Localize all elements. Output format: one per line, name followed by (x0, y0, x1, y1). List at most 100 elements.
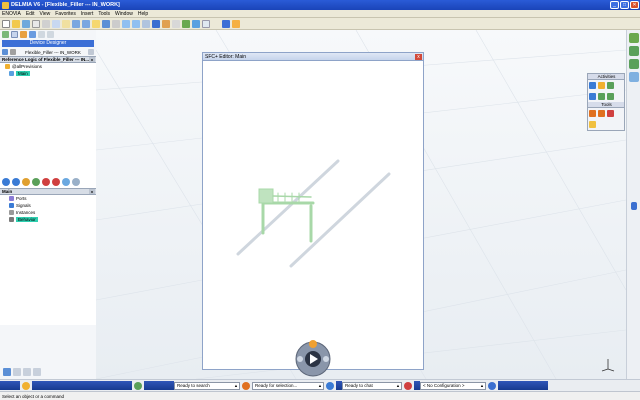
activity-icon[interactable] (607, 82, 614, 89)
rotate-icon[interactable] (112, 19, 120, 28)
main-item-instances[interactable]: Instances (0, 209, 96, 216)
tab-more-icon[interactable] (47, 31, 54, 38)
tool-icon[interactable] (607, 110, 614, 117)
tab-parts-icon[interactable] (20, 31, 27, 38)
undo-icon[interactable] (72, 19, 80, 28)
capture-icon[interactable] (192, 19, 200, 28)
menu-window[interactable]: Window (115, 11, 133, 17)
editor-titlebar[interactable]: SFC+ Editor: Main x (203, 53, 423, 61)
hide-show-icon[interactable] (172, 19, 180, 28)
zoom-in-icon[interactable] (122, 19, 130, 28)
activity-icon[interactable] (598, 93, 605, 100)
export-icon[interactable] (628, 59, 639, 69)
menu-tools[interactable]: Tools (98, 11, 110, 17)
status-left-strip (0, 381, 20, 390)
action-icon[interactable] (22, 178, 30, 186)
tab-home-icon[interactable] (2, 31, 9, 38)
command-line[interactable]: Select an object or a command (0, 391, 640, 400)
activity-icon[interactable] (589, 93, 596, 100)
open-icon[interactable] (12, 19, 20, 28)
chevron-down-icon[interactable] (88, 49, 94, 55)
chevron-up-icon[interactable]: ▲ (480, 383, 485, 388)
tree-item[interactable]: @allPrevisions (0, 63, 96, 70)
filter-icon[interactable] (13, 368, 21, 376)
step-forward-icon[interactable] (323, 356, 329, 362)
redo-icon[interactable] (82, 19, 90, 28)
publish-icon[interactable] (628, 46, 639, 56)
tool-icon[interactable] (589, 110, 596, 117)
designer-banner[interactable]: Device Designer (2, 40, 94, 47)
layers-icon[interactable] (628, 72, 639, 82)
step-icon[interactable] (2, 178, 10, 186)
tool-icon[interactable] (589, 121, 596, 128)
main-item-behavior[interactable]: Behavior (0, 216, 96, 223)
share-icon[interactable] (232, 19, 240, 28)
activity-icon[interactable] (589, 82, 596, 89)
activity-icon[interactable] (598, 82, 605, 89)
tab-tree-icon[interactable] (11, 31, 18, 38)
chevron-up-icon[interactable]: ▲ (234, 383, 239, 388)
zoom-out-icon[interactable] (132, 19, 140, 28)
print-icon[interactable] (32, 19, 40, 28)
main-item-signals[interactable]: Signals (0, 202, 96, 209)
jump-icon[interactable] (62, 178, 70, 186)
chevron-up-icon[interactable]: ▲ (396, 383, 401, 388)
activity-icon[interactable] (607, 93, 614, 100)
menu-edit[interactable]: Edit (26, 11, 35, 17)
select-icon[interactable] (326, 381, 334, 390)
expand-icon[interactable] (23, 368, 31, 376)
config-icon[interactable] (488, 381, 496, 390)
sfc-editor-window[interactable]: SFC+ Editor: Main x (202, 52, 424, 370)
selection-field[interactable]: Ready for selection... ▲ (252, 381, 324, 390)
tab-resources-icon[interactable] (38, 31, 45, 38)
main-item-ports[interactable]: Ports (0, 195, 96, 202)
chevron-up-icon[interactable]: ▲ (318, 383, 323, 388)
tool-icon[interactable] (598, 110, 605, 117)
tree-item[interactable]: Main (0, 70, 96, 77)
compass-top-icon[interactable] (309, 340, 317, 348)
measure-icon[interactable] (92, 19, 100, 28)
menu-favorites[interactable]: Favorites (55, 11, 76, 17)
community-icon[interactable] (134, 381, 142, 390)
maximize-button[interactable]: □ (620, 1, 629, 9)
configuration-field[interactable]: < No Configuration > ▲ (420, 381, 486, 390)
status-home-icon[interactable] (22, 381, 30, 390)
swap-icon[interactable] (182, 19, 190, 28)
collab-icon[interactable] (222, 19, 230, 28)
close-button[interactable]: ✕ (630, 1, 639, 9)
join-icon[interactable] (52, 178, 60, 186)
chat-field[interactable]: Ready to chat ▲ (342, 381, 402, 390)
branch-icon[interactable] (42, 178, 50, 186)
menu-enovia[interactable]: ENOVIA (2, 11, 21, 17)
collapse-icon[interactable] (33, 368, 41, 376)
pan-icon[interactable] (102, 19, 110, 28)
search-field[interactable]: Ready to search ▲ (174, 381, 240, 390)
chat-icon[interactable] (404, 381, 412, 390)
tab-logic-icon[interactable] (29, 31, 36, 38)
menu-insert[interactable]: Insert (81, 11, 94, 17)
cut-icon[interactable] (42, 19, 50, 28)
copy-icon[interactable] (52, 19, 60, 28)
end-icon[interactable] (72, 178, 80, 186)
paste-icon[interactable] (62, 19, 70, 28)
editor-close-button[interactable]: x (415, 53, 422, 60)
view-iso-icon[interactable] (152, 19, 160, 28)
collapse-arrow-icon[interactable] (630, 202, 637, 210)
signal-icon[interactable] (32, 178, 40, 186)
overview-icon[interactable] (3, 368, 11, 376)
transition-icon[interactable] (12, 178, 20, 186)
search-icon[interactable] (242, 381, 250, 390)
render-style-icon[interactable] (162, 19, 170, 28)
play-compass[interactable] (291, 337, 335, 377)
main-close-icon[interactable]: x (89, 189, 95, 194)
fit-all-icon[interactable] (142, 19, 150, 28)
new-icon[interactable] (2, 19, 10, 28)
layout-icon[interactable] (202, 19, 210, 28)
panel-close-icon[interactable]: x (89, 57, 95, 62)
compass-home-icon[interactable] (628, 33, 639, 43)
step-back-icon[interactable] (297, 356, 303, 362)
menu-view[interactable]: View (40, 11, 51, 17)
minimize-button[interactable]: _ (610, 1, 619, 9)
save-icon[interactable] (22, 19, 30, 28)
menu-help[interactable]: Help (138, 11, 148, 17)
